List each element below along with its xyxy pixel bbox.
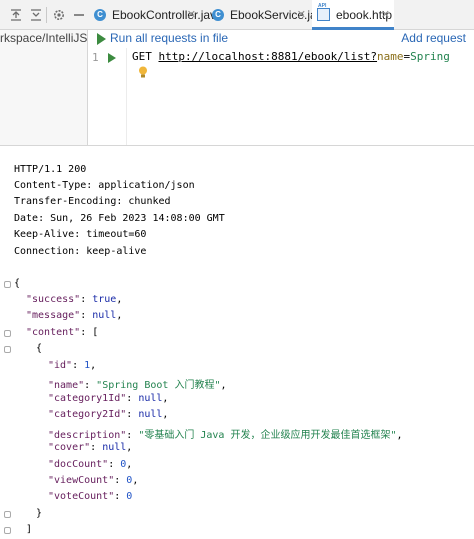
tab-ebook-controller[interactable]: C EbookController.java ✕ [88, 0, 223, 30]
tab-ebook-http[interactable]: ebook.http ✕ [312, 0, 394, 30]
json-key: "description" [48, 430, 127, 441]
json-key: "viewCount" [48, 475, 115, 486]
json-key: "category1Id" [48, 393, 127, 404]
json-value: "Spring Boot 入门教程" [96, 380, 221, 391]
fold-icon[interactable] [4, 527, 11, 534]
json-field-id: "id": 1, [48, 360, 97, 371]
header-line: Transfer-Encoding: chunked [14, 196, 171, 207]
json-field-viewcount: "viewCount": 0, [48, 475, 139, 486]
request-method: GET [132, 50, 152, 63]
request-url[interactable]: http://localhost:8881/ebook/list? [159, 50, 378, 63]
json-field-category1id: "category1Id": null, [48, 393, 169, 404]
close-icon[interactable]: ✕ [187, 0, 196, 30]
api-icon [317, 0, 330, 21]
json-line-success: "success": true, [26, 294, 123, 305]
add-request-button[interactable]: Add request [401, 31, 466, 45]
run-request-icon[interactable] [108, 53, 116, 63]
class-icon: C [212, 9, 224, 21]
header-line: Keep-Alive: timeout=60 [14, 229, 147, 240]
json-key: "message" [26, 310, 81, 321]
tab-ebook-service[interactable]: C EbookService.java ✕ [206, 0, 329, 30]
json-key: "category2Id" [48, 409, 127, 420]
json-value: null [138, 409, 163, 420]
json-value: 1 [84, 360, 91, 371]
request-param-value: Spring [410, 50, 450, 63]
json-key: "content" [26, 327, 81, 338]
project-panel: rkspace/IntelliJSpac [0, 30, 88, 145]
json-key: "id" [48, 360, 73, 371]
run-all-requests-button[interactable]: Run all requests in file [110, 31, 228, 45]
header-line: Content-Type: application/json [14, 180, 195, 191]
json-key: "cover" [48, 442, 91, 453]
json-field-description: "description": "零基础入门 Java 开发，企业级应用开发最佳首… [48, 430, 403, 441]
json-value: null [138, 393, 163, 404]
json-value: null [102, 442, 127, 453]
json-value: 0 [120, 459, 127, 470]
json-key: "success" [26, 294, 81, 305]
fold-icon[interactable] [4, 346, 11, 353]
fold-icon[interactable] [4, 330, 11, 337]
json-key: "docCount" [48, 459, 109, 470]
lightbulb-icon[interactable] [138, 66, 148, 82]
json-key: "name" [48, 380, 85, 391]
json-value: 0 [126, 475, 133, 486]
request-line[interactable]: GET http://localhost:8881/ebook/list?nam… [132, 50, 450, 63]
json-line-message: "message": null, [26, 310, 123, 321]
http-editor[interactable]: Run all requests in file Add request 1 G… [88, 30, 474, 145]
json-value: true [92, 294, 117, 305]
toolbar-divider [46, 7, 47, 23]
json-field-category2id: "category2Id": null, [48, 409, 169, 420]
json-bracket: [ [92, 327, 99, 338]
status-line: HTTP/1.1 200 [14, 164, 87, 175]
fold-icon[interactable] [4, 281, 11, 288]
json-brace: { [14, 278, 21, 289]
json-value: "零基础入门 Java 开发，企业级应用开发最佳首选框架" [138, 430, 397, 441]
project-toolbar [0, 0, 88, 30]
json-field-name: "name": "Spring Boot 入门教程", [48, 380, 227, 391]
gear-icon[interactable] [52, 8, 66, 22]
response-panel: HTTP/1.1 200 Content-Type: application/j… [0, 146, 474, 539]
json-value: 0 [126, 491, 133, 502]
project-path: rkspace/IntelliJSpac [0, 31, 88, 45]
json-field-cover: "cover": null, [48, 442, 133, 453]
close-icon[interactable]: ✕ [297, 0, 306, 30]
json-field-votecount: "voteCount": 0 [48, 491, 133, 502]
json-brace: { [36, 343, 43, 354]
expand-icon[interactable] [29, 8, 43, 22]
collapse-icon[interactable] [9, 8, 23, 22]
json-key: "voteCount" [48, 491, 115, 502]
json-value: null [92, 310, 117, 321]
header-line: Date: Sun, 26 Feb 2023 14:08:00 GMT [14, 213, 225, 224]
editor-tab-bar: C EbookController.java ✕ C EbookService.… [0, 0, 474, 30]
class-icon: C [94, 9, 106, 21]
run-icon[interactable] [97, 33, 106, 45]
json-field-doccount: "docCount": 0, [48, 459, 133, 470]
json-line-content: "content": [ [26, 327, 99, 338]
editor-gutter: 1 [88, 48, 127, 145]
fold-icon[interactable] [4, 511, 11, 518]
request-param-name: name [377, 50, 404, 63]
json-bracket: ] [26, 524, 33, 535]
header-line: Connection: keep-alive [14, 246, 147, 257]
close-icon[interactable]: ✕ [381, 0, 390, 30]
http-toolbar: Run all requests in file Add request [88, 30, 474, 48]
minimize-icon[interactable] [72, 8, 86, 22]
json-brace: } [36, 508, 43, 519]
line-number: 1 [92, 51, 99, 64]
